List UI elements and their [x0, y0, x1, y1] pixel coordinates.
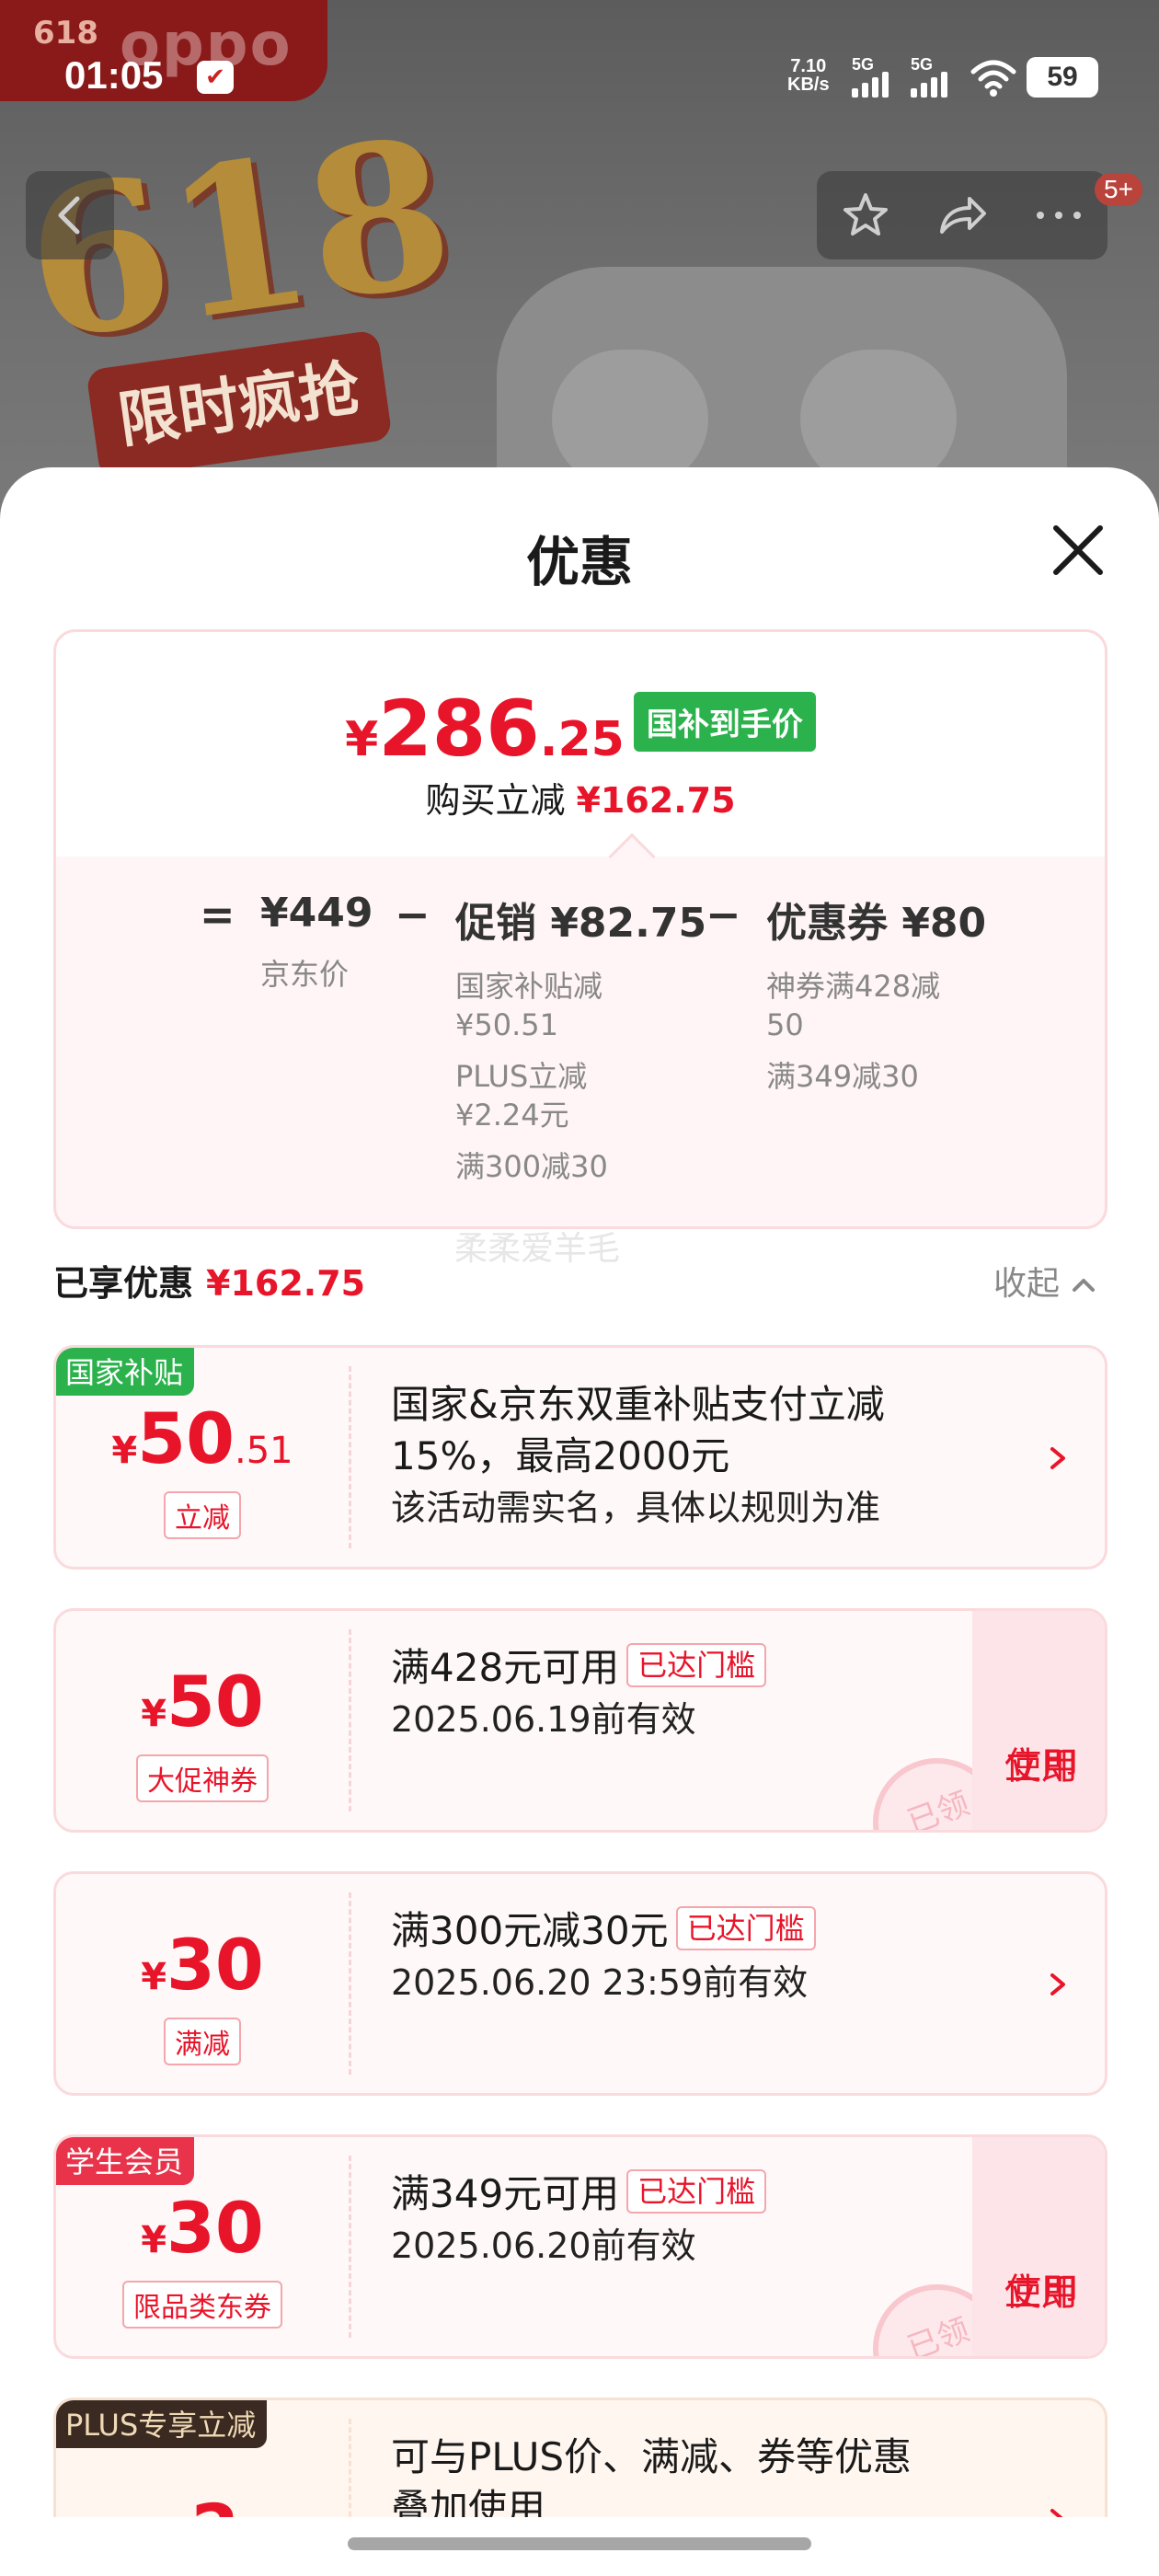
promo-breakdown: 促销 ¥82.75 国家补贴减 ¥50.51 PLUS立减 ¥2.24元 满30… — [455, 900, 707, 1184]
coupon-kind: 限品类东券 — [56, 2281, 349, 2329]
jd-price: ¥449 京东价 — [260, 890, 373, 992]
coupon-card-subsidy[interactable]: 国家补贴 ¥50.51 立减 国家&京东双重补贴支付立减 15%，最高2000元… — [53, 1345, 1107, 1570]
signal-icon-1: 5G — [852, 55, 903, 98]
threshold-reached-badge: 已达门槛 — [675, 1906, 816, 1950]
use-now-button[interactable]: 立即 使用 — [972, 1611, 1105, 1830]
coupon-card-promo: ¥50 大促神券 满428元可用 已达门槛 2025.06.19前有效 已领 立即… — [53, 1608, 1107, 1833]
notification-badge: 5+ — [1095, 173, 1142, 206]
share-button[interactable] — [913, 171, 1010, 259]
share-icon — [939, 197, 986, 234]
sheet-title: 优惠 — [525, 531, 633, 593]
threshold-reached-badge: 已达门槛 — [626, 2169, 767, 2214]
favorite-button[interactable] — [817, 171, 913, 259]
app-notification-icon: ✔ — [197, 61, 234, 94]
home-indicator[interactable] — [348, 2537, 811, 2550]
price-tag: 国补到手价 — [633, 692, 816, 752]
final-price: ¥286.25 国补到手价 — [56, 684, 1105, 774]
use-now-button[interactable]: 立即 使用 — [972, 2137, 1105, 2356]
card-divider — [349, 1892, 351, 2075]
battery-icon: 59 — [1027, 57, 1098, 98]
threshold-reached-badge: 已达门槛 — [626, 1643, 767, 1687]
close-icon — [1053, 525, 1103, 575]
signal-icon-2: 5G — [911, 55, 962, 98]
card-flag: PLUS专享立减 — [56, 2400, 268, 2448]
coupon-card-reduction[interactable]: ¥30 满减 满300元减30元 已达门槛 2025.06.20 23:59前有效 — [53, 1871, 1107, 2096]
minus-sign-2: − — [706, 890, 741, 939]
coupon-amount: ¥50.51 — [111, 1397, 293, 1479]
discount-sheet: 优惠 ¥286.25 国补到手价 购买立减 ¥162.75 = ¥449 京东价 −… — [0, 467, 1159, 2576]
collapse-button[interactable]: 收起 — [993, 1257, 1097, 1305]
close-button[interactable] — [1047, 519, 1109, 581]
coupon-amount: ¥30 — [141, 2187, 264, 2269]
coupon-description: 满300元减30元 已达门槛 2025.06.20 23:59前有效 — [391, 1905, 1053, 2008]
coupon-kind: 满减 — [56, 2018, 349, 2065]
network-speed: 7.10 KB/s — [787, 56, 830, 95]
coupon-kind: 立减 — [56, 1491, 349, 1539]
price-summary: ¥286.25 国补到手价 购买立减 ¥162.75 = ¥449 京东价 − 促销… — [53, 629, 1107, 1229]
coupon-breakdown: 优惠券 ¥80 神券满428减 50 满349减30 — [766, 900, 987, 1094]
enjoyed-discount: 已享优惠 ¥162.75 — [53, 1263, 366, 1304]
card-flag: 国家补贴 — [56, 1348, 195, 1396]
card-divider — [349, 1366, 351, 1548]
more-icon — [1037, 212, 1082, 219]
coupon-description: 满428元可用 已达门槛 2025.06.19前有效 — [391, 1642, 1053, 1745]
star-icon — [843, 193, 888, 236]
coupon-kind: 大促神券 — [56, 1754, 349, 1802]
wifi-icon — [970, 60, 1016, 97]
chevron-up-icon — [1073, 1279, 1096, 1292]
coupon-description: 国家&京东双重补贴支付立减 15%，最高2000元 该活动需实名，具体以规则为准 — [391, 1382, 885, 1528]
reduce-line: 购买立减 ¥162.75 — [425, 780, 736, 821]
coupon-description: 满349元可用 已达门槛 2025.06.20前有效 — [391, 2168, 1053, 2271]
back-button[interactable] — [26, 171, 114, 259]
chevron-left-icon — [58, 196, 80, 235]
card-divider — [349, 1629, 351, 1811]
status-bar: 01:05 ✔ 7.10 KB/s 5G 5G 59 — [0, 0, 1159, 101]
chevron-right-icon — [1050, 1973, 1065, 1995]
more-button[interactable] — [1011, 171, 1107, 259]
clock: 01:05 — [64, 53, 164, 97]
top-toolbar — [817, 171, 1107, 259]
card-divider — [349, 2156, 351, 2338]
minus-sign-1: − — [395, 890, 430, 939]
equals-sign: = — [200, 890, 235, 939]
price-breakdown: = ¥449 京东价 − 促销 ¥82.75 国家补贴减 ¥50.51 PLUS… — [56, 857, 1105, 1226]
coupon-amount: ¥30 — [141, 1924, 264, 2006]
chevron-right-icon — [1050, 1447, 1065, 1469]
card-flag: 学生会员 — [56, 2137, 195, 2185]
coupon-card-student: 学生会员 ¥30 限品类东券 满349元可用 已达门槛 2025.06.20前有效… — [53, 2134, 1107, 2359]
watermark: 柔柔爱羊毛 — [454, 1230, 621, 1268]
coupon-amount: ¥50 — [141, 1661, 264, 1742]
